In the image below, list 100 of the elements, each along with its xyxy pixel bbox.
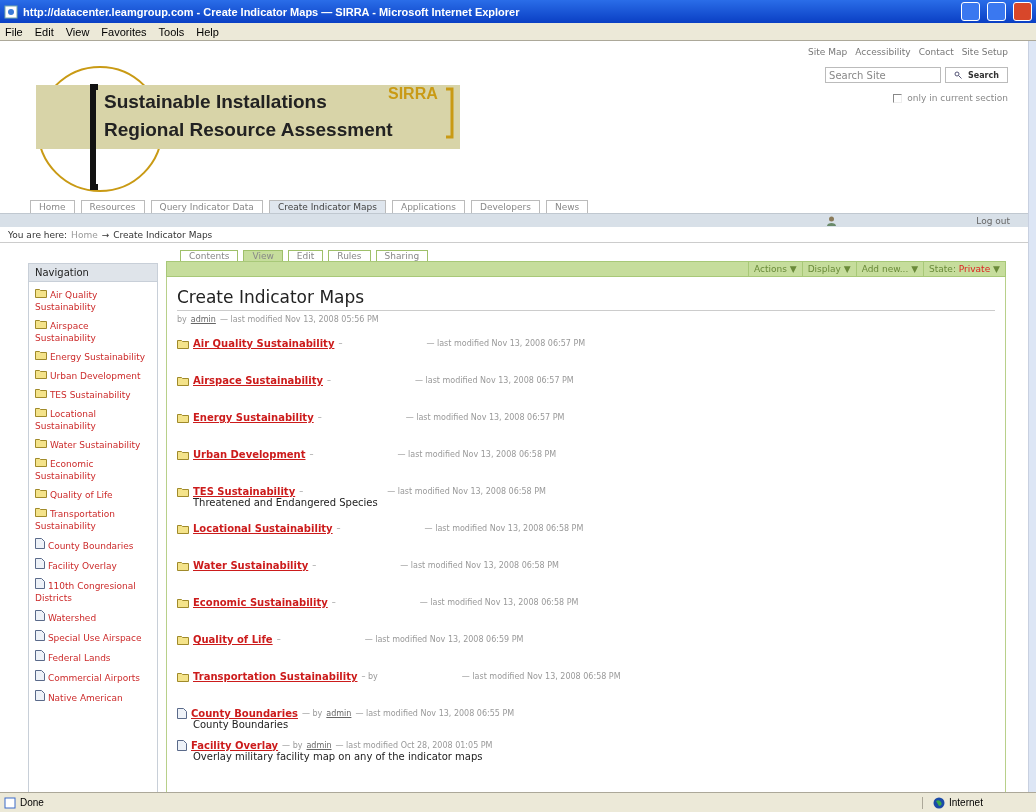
document-icon bbox=[35, 578, 45, 589]
restore-button[interactable] bbox=[987, 2, 1006, 21]
author-link[interactable]: admin bbox=[190, 315, 216, 324]
nav-tab[interactable]: News bbox=[545, 200, 589, 213]
menu-item[interactable]: Favorites bbox=[101, 25, 147, 38]
search-button[interactable]: Search bbox=[945, 67, 1008, 83]
author-link[interactable]: admin bbox=[326, 709, 352, 718]
breadcrumb-link[interactable]: Home bbox=[71, 229, 98, 240]
entry-link[interactable]: Energy Sustainability bbox=[193, 412, 314, 423]
folder-icon bbox=[35, 407, 47, 417]
logo-title: Regional Resource Assessment bbox=[104, 119, 393, 141]
modified-date: — last modified Nov 13, 2008 06:58 PM bbox=[397, 450, 557, 459]
checkbox[interactable] bbox=[893, 93, 903, 103]
menu-item[interactable]: File bbox=[5, 25, 23, 38]
nav-tab[interactable]: Query Indicator Data bbox=[150, 200, 263, 213]
author-link[interactable]: admin bbox=[306, 741, 332, 750]
logout-link[interactable]: Log out bbox=[976, 215, 1010, 226]
entry-separator: — by bbox=[282, 741, 303, 750]
entry-separator: – bbox=[309, 450, 314, 459]
entry-link[interactable]: Quality of Life bbox=[193, 634, 273, 645]
logo-acronym: SIRRA bbox=[388, 85, 438, 103]
site-action-link[interactable]: Contact bbox=[918, 47, 954, 57]
nav-item[interactable]: Airspace Sustainability bbox=[35, 319, 151, 344]
nav-item[interactable]: Federal Lands bbox=[35, 650, 151, 664]
search-field[interactable]: Search Site bbox=[825, 67, 942, 83]
entry-link[interactable]: Transportation Sustainability bbox=[193, 671, 358, 682]
site-action-link[interactable]: Site Map bbox=[808, 47, 848, 57]
folder-icon bbox=[177, 671, 189, 682]
entry-link[interactable]: Urban Development bbox=[193, 449, 306, 460]
folder-icon bbox=[35, 388, 47, 398]
nav-item[interactable]: Economic Sustainability bbox=[35, 457, 151, 482]
nav-item[interactable]: Transportation Sustainability bbox=[35, 507, 151, 532]
entry-link[interactable]: Water Sustainability bbox=[193, 560, 309, 571]
entry-link[interactable]: Airspace Sustainability bbox=[193, 375, 323, 386]
modified-date: — last modified Nov 13, 2008 06:59 PM bbox=[364, 635, 524, 644]
minimize-button[interactable] bbox=[961, 2, 980, 21]
status-text: Done bbox=[20, 797, 44, 808]
folder-icon bbox=[177, 449, 189, 460]
entry-link[interactable]: Air Quality Sustainability bbox=[193, 338, 335, 349]
entry-link[interactable]: Locational Sustainability bbox=[193, 523, 333, 534]
nav-tab[interactable]: Applications bbox=[392, 200, 465, 213]
folder-icon bbox=[177, 523, 189, 534]
document-icon bbox=[35, 610, 45, 621]
nav-item[interactable]: Air Quality Sustainability bbox=[35, 288, 151, 313]
menu-item[interactable]: Tools bbox=[158, 25, 185, 38]
nav-tab[interactable]: Developers bbox=[470, 200, 540, 213]
nav-item[interactable]: 110th Congresional Districts bbox=[35, 578, 151, 604]
nav-item[interactable]: Native American bbox=[35, 690, 151, 704]
folder-icon bbox=[35, 507, 47, 517]
action-menu[interactable]: Actions ▼ bbox=[748, 262, 802, 276]
document-icon bbox=[35, 558, 45, 569]
nav-tab[interactable]: Resources bbox=[80, 200, 145, 213]
document-icon bbox=[35, 670, 45, 681]
folder-icon bbox=[177, 634, 189, 645]
modified-date: — last modified Nov 13, 2008 06:57 PM bbox=[405, 413, 565, 422]
state-menu[interactable]: State: Private ▼ bbox=[923, 262, 1005, 276]
folder-icon bbox=[177, 560, 189, 571]
entry-description: Threatened and Endangered Species bbox=[192, 497, 379, 508]
modified-date: — last modified Nov 13, 2008 06:57 PM bbox=[415, 376, 574, 385]
entry-separator: – bbox=[317, 413, 322, 422]
nav-item[interactable]: Commercial Airports bbox=[35, 670, 151, 684]
nav-item[interactable]: Quality of Life bbox=[35, 488, 151, 501]
nav-item[interactable]: Energy Sustainability bbox=[35, 350, 151, 363]
action-menu[interactable]: Display ▼ bbox=[801, 262, 856, 276]
breadcrumb-label: You are here: bbox=[8, 229, 68, 240]
nav-item[interactable]: Locational Sustainability bbox=[35, 407, 151, 432]
nav-item[interactable]: Special Use Airspace bbox=[35, 630, 151, 644]
modified-date: — last modified Nov 13, 2008 06:58 PM bbox=[461, 672, 621, 681]
document-icon bbox=[35, 650, 45, 661]
folder-icon bbox=[177, 597, 189, 608]
folder-icon bbox=[35, 319, 47, 329]
menu-item[interactable]: Edit bbox=[34, 25, 54, 38]
entry-separator: – bbox=[276, 635, 281, 644]
menu-item[interactable]: View bbox=[65, 25, 90, 38]
nav-item[interactable]: TES Sustainability bbox=[35, 388, 151, 401]
nav-item[interactable]: Urban Development bbox=[35, 369, 151, 382]
nav-item[interactable]: Facility Overlay bbox=[35, 558, 151, 572]
nav-tab[interactable]: Home bbox=[30, 200, 75, 213]
folder-icon bbox=[35, 488, 47, 498]
modified-date: — last modified Nov 13, 2008 06:58 PM bbox=[424, 524, 584, 533]
folder-icon bbox=[35, 350, 47, 360]
site-action-link[interactable]: Site Setup bbox=[961, 47, 1008, 57]
nav-item[interactable]: County Boundaries bbox=[35, 538, 151, 552]
close-button[interactable] bbox=[1013, 2, 1032, 21]
checkbox-label: only in current section bbox=[907, 93, 1008, 103]
menu-item[interactable]: Help bbox=[196, 25, 219, 38]
entry-link[interactable]: County Boundaries bbox=[191, 708, 298, 719]
modified-date: — last modified Oct 28, 2008 01:05 PM bbox=[335, 741, 493, 750]
nav-item[interactable]: Water Sustainability bbox=[35, 438, 151, 451]
entry-link[interactable]: Facility Overlay bbox=[191, 740, 279, 751]
nav-item[interactable]: Watershed bbox=[35, 610, 151, 624]
entry-link[interactable]: TES Sustainability bbox=[193, 486, 296, 497]
entry-link[interactable]: Economic Sustainability bbox=[193, 597, 328, 608]
portlet-header: Navigation bbox=[29, 264, 157, 282]
entry-separator: – bbox=[312, 561, 317, 570]
folder-icon bbox=[177, 375, 189, 386]
site-action-link[interactable]: Accessibility bbox=[855, 47, 911, 57]
folder-icon bbox=[35, 438, 47, 448]
nav-tab[interactable]: Create Indicator Maps bbox=[268, 200, 386, 213]
entry-separator: – bbox=[338, 339, 343, 348]
